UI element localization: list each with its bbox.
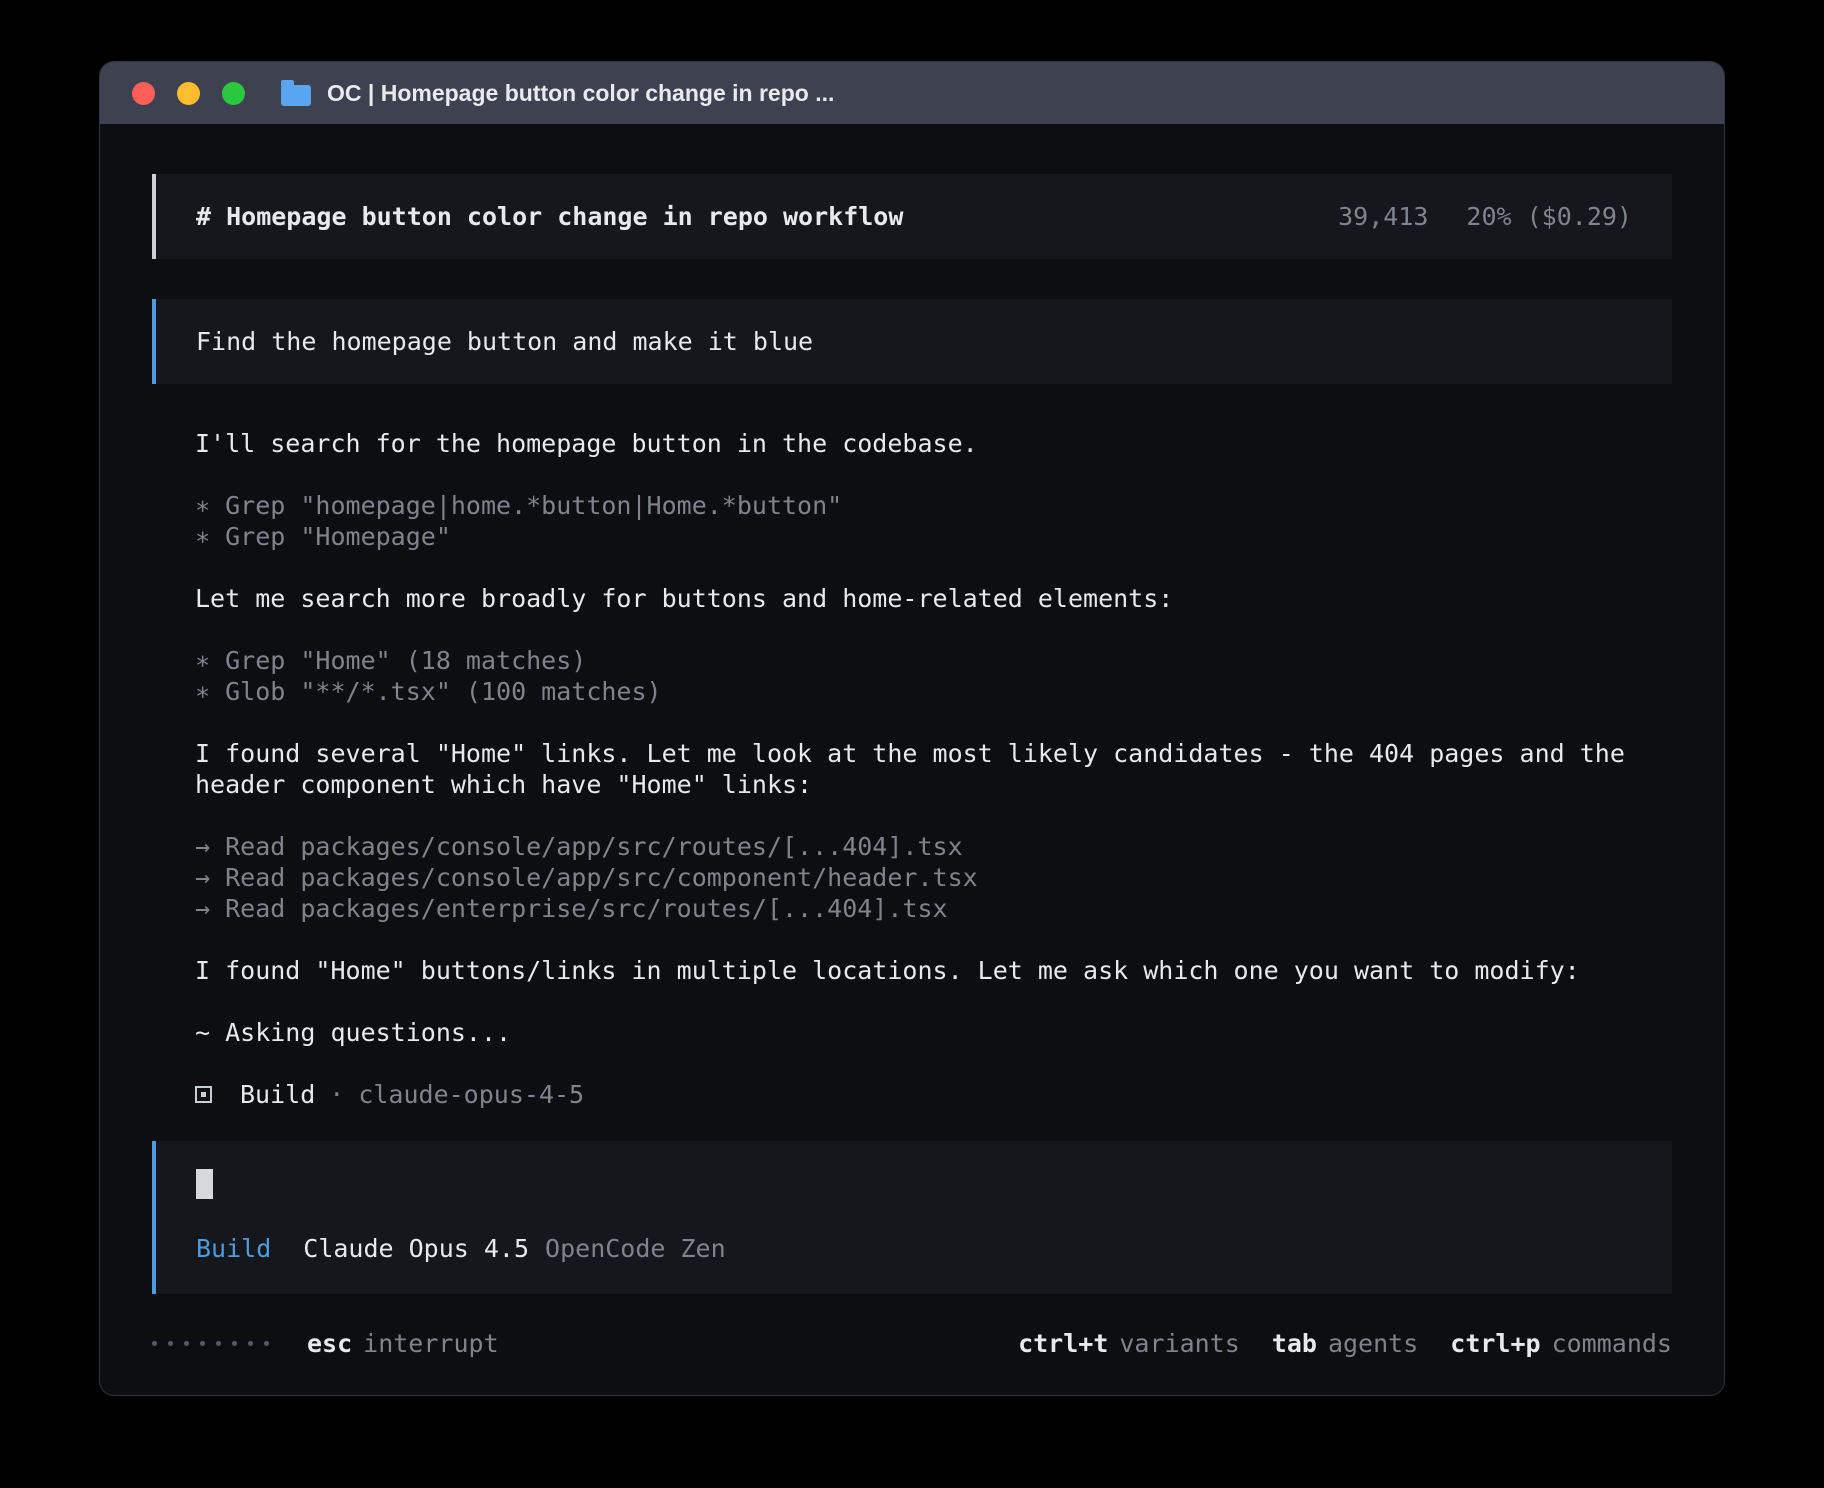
title-wrap: OC | Homepage button color change in rep… (281, 80, 834, 107)
tool-call-glob: ∗ Glob "**/*.tsx" (100 matches) (195, 676, 1672, 707)
progress-dots (152, 1341, 269, 1346)
agent-separator: · (329, 1079, 344, 1110)
tool-call-read: → Read packages/console/app/src/componen… (195, 862, 1672, 893)
hint-label-commands: commands (1552, 1328, 1672, 1359)
tool-call-read: → Read packages/enterprise/src/routes/[.… (195, 893, 1672, 924)
tool-call-grep: ∗ Grep "homepage|home.*button|Home.*butt… (195, 490, 1672, 521)
agent-model: claude-opus-4-5 (358, 1079, 584, 1110)
tool-call-grep: ∗ Grep "Homepage" (195, 521, 1672, 552)
prompt-input[interactable]: Build Claude Opus 4.5 OpenCode Zen (152, 1141, 1672, 1294)
terminal-content: # Homepage button color change in repo w… (100, 124, 1724, 1395)
working-status: ~ Asking questions... (195, 1017, 1672, 1048)
hint-key-ctrl-t: ctrl+t (1018, 1328, 1108, 1359)
window-titlebar[interactable]: OC | Homepage button color change in rep… (100, 62, 1724, 124)
tool-call-group: ∗ Grep "homepage|home.*button|Home.*butt… (195, 490, 1672, 552)
agent-status-line: Build · claude-opus-4-5 (195, 1079, 1672, 1110)
desktop: OC | Homepage button color change in rep… (0, 0, 1824, 1488)
status-bar-right: ctrl+t variants tab agents ctrl+p comman… (986, 1328, 1672, 1359)
tool-call-read: → Read packages/console/app/src/routes/[… (195, 831, 1672, 862)
session-header: # Homepage button color change in repo w… (152, 174, 1672, 259)
agent-icon (195, 1086, 212, 1103)
model-line: Build Claude Opus 4.5 OpenCode Zen (196, 1233, 1632, 1264)
assistant-transcript: I'll search for the homepage button in t… (152, 428, 1672, 1110)
hint-agents: tab agents (1272, 1328, 1418, 1359)
assistant-text: I'll search for the homepage button in t… (195, 428, 1672, 459)
text-cursor (196, 1169, 213, 1199)
folder-icon (281, 85, 311, 106)
model-name: Claude Opus 4.5 (303, 1233, 529, 1264)
file-read-group: → Read packages/console/app/src/routes/[… (195, 831, 1672, 924)
window-title: OC | Homepage button color change in rep… (327, 80, 834, 107)
terminal-window: OC | Homepage button color change in rep… (100, 62, 1724, 1395)
hint-commands: ctrl+p commands (1450, 1328, 1672, 1359)
hint-variants: ctrl+t variants (1018, 1328, 1240, 1359)
hint-label-variants: variants (1119, 1328, 1239, 1359)
hint-label-agents: agents (1328, 1328, 1418, 1359)
agent-mode-label[interactable]: Build (196, 1233, 271, 1264)
traffic-lights (132, 82, 245, 105)
hint-interrupt: esc interrupt (307, 1328, 499, 1359)
session-title: # Homepage button color change in repo w… (196, 201, 903, 232)
agent-name: Build (240, 1079, 315, 1110)
assistant-text: I found "Home" buttons/links in multiple… (195, 955, 1672, 986)
status-bar-left: esc interrupt (152, 1328, 499, 1359)
tool-call-grep: ∗ Grep "Home" (18 matches) (195, 645, 1672, 676)
hint-key-tab: tab (1272, 1328, 1317, 1359)
hint-key-esc: esc (307, 1328, 352, 1359)
provider-name: OpenCode Zen (545, 1233, 726, 1264)
hint-key-ctrl-p: ctrl+p (1450, 1328, 1540, 1359)
assistant-text: I found several "Home" links. Let me loo… (195, 738, 1672, 800)
tool-call-group: ∗ Grep "Home" (18 matches) ∗ Glob "**/*.… (195, 645, 1672, 707)
user-message-text: Find the homepage button and make it blu… (196, 327, 813, 356)
session-stats: 39,413 20% ($0.29) (1338, 201, 1632, 232)
user-message: Find the homepage button and make it blu… (152, 299, 1672, 384)
close-button[interactable] (132, 82, 155, 105)
status-bar: esc interrupt ctrl+t variants tab agents… (152, 1328, 1672, 1359)
zoom-button[interactable] (222, 82, 245, 105)
minimize-button[interactable] (177, 82, 200, 105)
token-count: 39,413 (1338, 201, 1428, 232)
context-usage: 20% ($0.29) (1466, 201, 1632, 232)
assistant-text: Let me search more broadly for buttons a… (195, 583, 1672, 614)
hint-label-interrupt: interrupt (363, 1328, 498, 1359)
